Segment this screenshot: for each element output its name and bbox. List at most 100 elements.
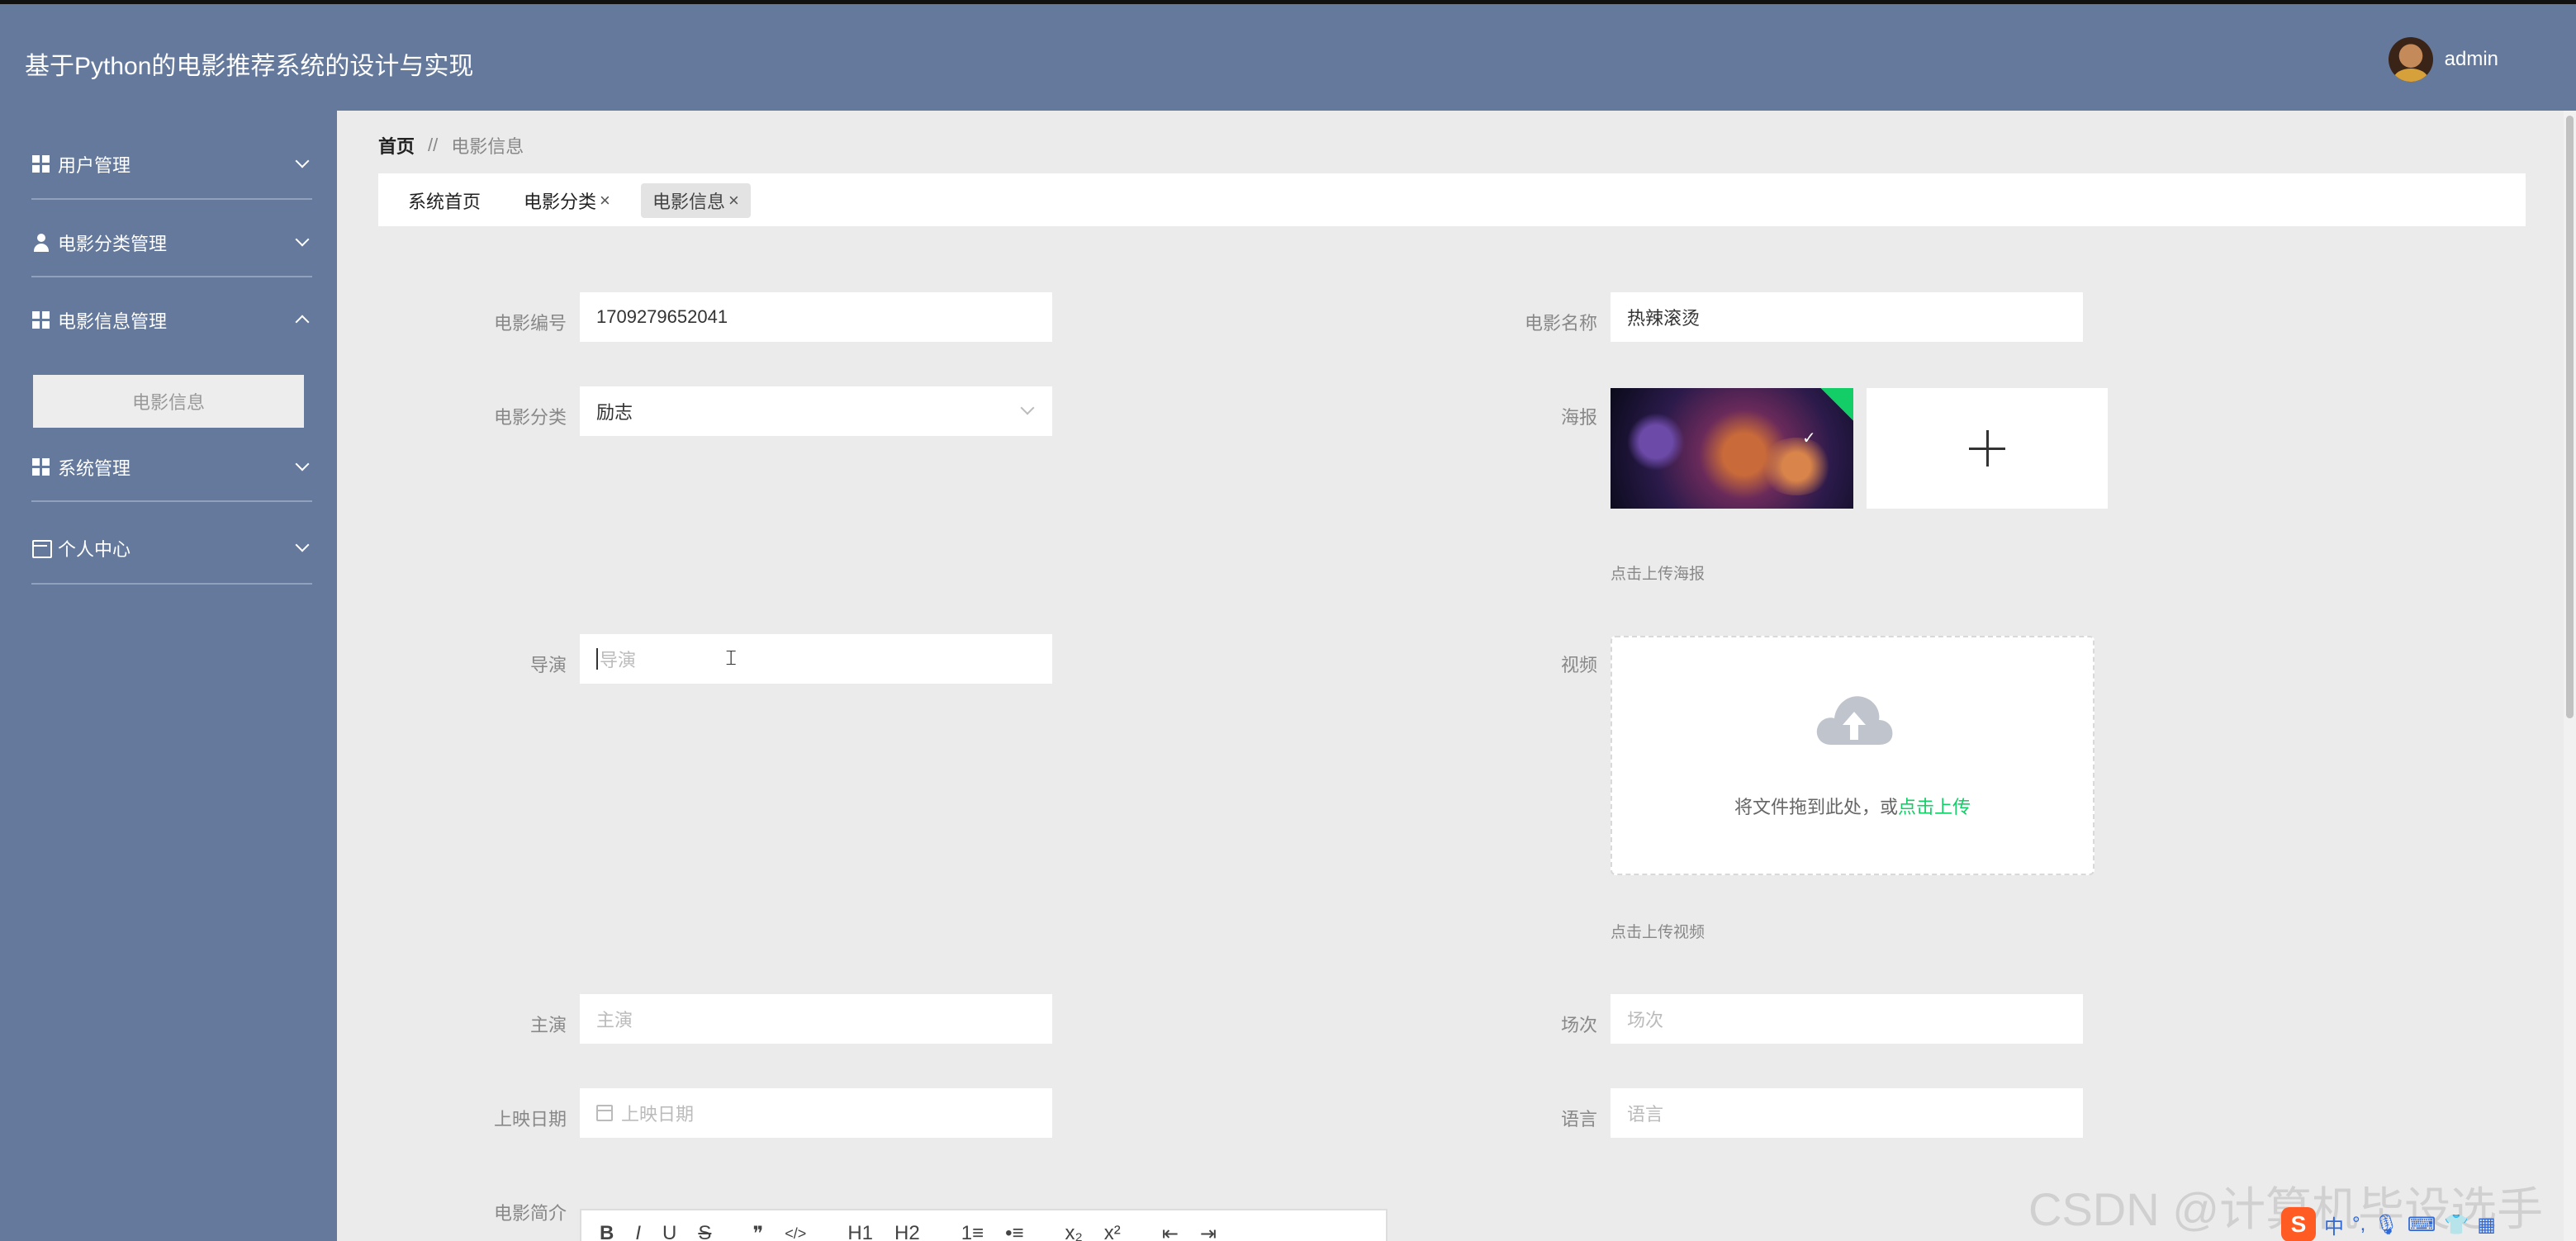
plus-icon (1969, 430, 2005, 467)
toolbox-icon[interactable]: ▦ (2477, 1213, 2496, 1237)
user-menu[interactable]: admin (2388, 37, 2498, 82)
sidebar-item-label: 系统管理 (58, 458, 131, 479)
close-icon[interactable]: × (600, 190, 610, 211)
strike-button[interactable]: S (698, 1222, 711, 1241)
ime-tray: S 中 °, 🎙 ⌨ 👕 ▦ (2281, 1207, 2496, 1241)
tab-home[interactable]: 系统首页 (396, 183, 492, 218)
actors-label: 主演 (529, 1015, 567, 1035)
breadcrumb-home[interactable]: 首页 (378, 132, 415, 159)
chevron-down-icon (1020, 400, 1035, 415)
menu-divider (31, 500, 312, 502)
cloud-upload-icon (1813, 690, 1895, 748)
rich-text-toolbar: B I U S ❞ </> H1 H2 1≡ •≡ x₂ x² ⇤ ⇥ (580, 1209, 1388, 1241)
tab-label: 电影分类 (524, 192, 597, 212)
drop-zone-hint: 将文件拖到此处，或 (1734, 797, 1898, 817)
breadcrumb-separator: // (428, 135, 439, 155)
check-icon: ✓ (1802, 429, 1816, 448)
sidebar-item-movie-management[interactable]: 电影信息管理 (31, 304, 312, 337)
menu-divider (31, 583, 312, 585)
chevron-down-icon (295, 538, 310, 552)
movie-name-label: 电影名称 (1524, 313, 1597, 334)
skin-icon[interactable]: 👕 (2444, 1213, 2469, 1237)
keyboard-icon[interactable]: ⌨ (2408, 1213, 2436, 1237)
app-title: 基于Python的电影推荐系统的设计与实现 (25, 53, 474, 80)
actors-input[interactable]: 主演 (580, 994, 1052, 1044)
sidebar (0, 111, 337, 1241)
top-header: 基于Python的电影推荐系统的设计与实现 admin (0, 0, 2576, 111)
tab-movie-info[interactable]: 电影信息 × (641, 183, 751, 218)
movie-name-input[interactable]: 热辣滚烫 (1611, 292, 2083, 342)
language-input[interactable]: 语言 (1611, 1088, 2083, 1138)
breadcrumb-current: 电影信息 (451, 136, 524, 157)
director-placeholder: 导演 (600, 650, 637, 670)
italic-button[interactable]: I (635, 1222, 641, 1241)
breadcrumb: 首页 // 电影信息 (378, 132, 524, 159)
category-value: 励志 (596, 402, 633, 423)
menu-divider (31, 198, 312, 200)
success-badge (1820, 388, 1853, 421)
chevron-down-icon (295, 457, 310, 471)
underline-button[interactable]: U (662, 1222, 676, 1241)
grid-icon (31, 154, 51, 174)
avatar[interactable] (2388, 37, 2433, 82)
drop-zone-text: 将文件拖到此处，或点击上传 (1612, 793, 2093, 819)
punctuation-icon[interactable]: °, (2352, 1213, 2365, 1236)
ime-mode[interactable]: 中 (2324, 1210, 2344, 1239)
movie-id-input[interactable]: 1709279652041 (580, 292, 1052, 342)
h2-button[interactable]: H2 (894, 1222, 920, 1241)
sogou-logo-icon[interactable]: S (2281, 1207, 2316, 1241)
chevron-down-icon (295, 154, 310, 168)
sessions-label: 场次 (1560, 1015, 1597, 1035)
sidebar-item-personal-center[interactable]: 个人中心 (31, 532, 312, 565)
video-label: 视频 (1560, 655, 1597, 675)
close-icon[interactable]: × (728, 190, 739, 211)
username[interactable]: admin (2445, 48, 2498, 71)
outdent-button[interactable]: ⇤ (1162, 1222, 1179, 1241)
poster-glow (1627, 413, 1685, 471)
superscript-button[interactable]: x² (1104, 1222, 1121, 1241)
sidebar-item-system-management[interactable]: 系统管理 (31, 451, 312, 484)
chevron-down-icon (295, 232, 310, 247)
category-select[interactable]: 励志 (580, 386, 1052, 436)
tab-label: 系统首页 (408, 192, 482, 212)
bullet-list-button[interactable]: •≡ (1005, 1222, 1023, 1241)
quote-button[interactable]: ❞ (752, 1222, 763, 1241)
tab-bar: 系统首页 电影分类 × 电影信息 × (378, 173, 2526, 226)
sidebar-item-user-management[interactable]: 用户管理 (31, 148, 312, 181)
intro-label: 电影简介 (493, 1203, 567, 1224)
sidebar-subitem-movie-info[interactable]: 电影信息 (33, 375, 304, 428)
calendar-icon (596, 1105, 613, 1121)
microphone-icon[interactable]: 🎙 (2374, 1213, 2398, 1237)
category-label: 电影分类 (493, 407, 567, 428)
indent-button[interactable]: ⇥ (1200, 1222, 1217, 1241)
sessions-input[interactable]: 场次 (1611, 994, 2083, 1044)
subscript-button[interactable]: x₂ (1065, 1222, 1082, 1241)
chevron-up-icon (295, 315, 310, 329)
grid-icon (31, 457, 51, 477)
grid-icon (31, 310, 51, 330)
ordered-list-button[interactable]: 1≡ (961, 1222, 984, 1241)
sidebar-item-label: 电影分类管理 (58, 234, 168, 254)
person-icon (31, 233, 51, 253)
card-icon (31, 538, 52, 558)
director-label: 导演 (529, 655, 567, 675)
video-drop-zone[interactable]: 将文件拖到此处，或点击上传 (1611, 636, 2094, 875)
h1-button[interactable]: H1 (847, 1222, 873, 1241)
bold-button[interactable]: B (600, 1222, 614, 1241)
poster-thumbnail[interactable]: ✓ (1611, 388, 1853, 509)
poster-upload-button[interactable] (1867, 388, 2108, 509)
menu-divider (31, 276, 312, 277)
poster-glow (1759, 438, 1834, 495)
sidebar-item-label: 个人中心 (58, 539, 131, 560)
scrollbar-thumb[interactable] (2566, 116, 2574, 718)
code-button[interactable]: </> (785, 1225, 806, 1241)
sidebar-item-category-management[interactable]: 电影分类管理 (31, 226, 312, 259)
release-date-picker[interactable]: 上映日期 (580, 1088, 1052, 1138)
director-input[interactable]: 导演 (580, 634, 1052, 684)
text-cursor-icon: 𝙸 (723, 645, 739, 670)
sidebar-item-label: 电影信息管理 (58, 311, 168, 332)
text-caret (596, 648, 598, 670)
tab-movie-category[interactable]: 电影分类 × (512, 183, 622, 218)
click-upload-link[interactable]: 点击上传 (1898, 797, 1971, 817)
release-date-placeholder: 上映日期 (621, 1104, 695, 1125)
